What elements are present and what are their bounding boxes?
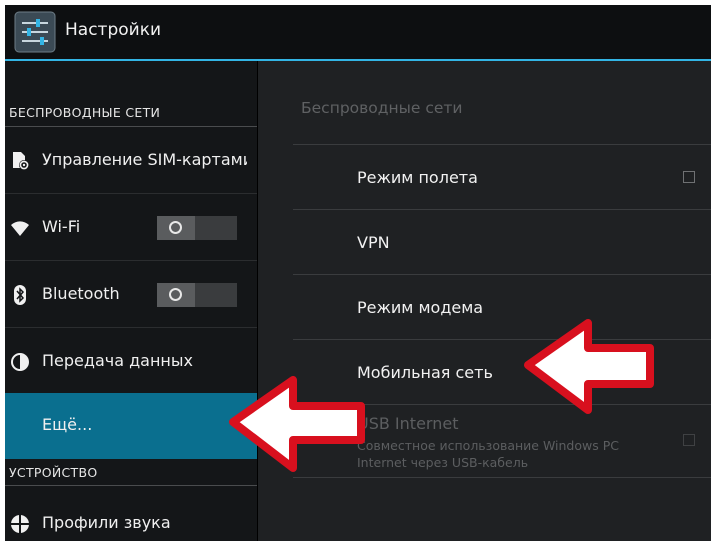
sidebar-item-bluetooth[interactable]: Bluetooth	[5, 262, 257, 328]
sidebar-item-data-usage[interactable]: Передача данных	[5, 329, 257, 395]
section-divider	[5, 485, 257, 486]
airplane-mode-checkbox[interactable]	[683, 171, 695, 183]
sim-settings-icon	[13, 152, 29, 170]
sidebar-item-label: Передача данных	[42, 351, 193, 370]
detail-header: Беспроводные сети	[301, 99, 463, 117]
annotation-arrow-left	[229, 376, 365, 472]
section-divider	[5, 126, 257, 127]
sidebar-item-label: Ещё...	[42, 415, 93, 434]
annotation-arrow-left	[524, 319, 654, 414]
bluetooth-toggle[interactable]	[157, 283, 237, 307]
airplane-mode-item[interactable]: Режим полета	[258, 145, 711, 210]
usb-internet-summary: Совместное использование Windows PC	[357, 438, 619, 453]
usb-internet-summary: Internet через USB-кабель	[357, 455, 529, 470]
sidebar-item-sim-management[interactable]: Управление SIM-картами	[5, 128, 257, 194]
mobile-network-label: Мобильная сеть	[357, 363, 493, 382]
action-bar: Настройки	[5, 5, 711, 59]
section-header-wireless: БЕСПРОВОДНЫЕ СЕТИ	[9, 105, 161, 120]
sound-profiles-icon	[11, 515, 29, 533]
sidebar-item-sound-profiles[interactable]: Профили звука	[5, 491, 257, 541]
toggle-off-knob	[157, 216, 195, 240]
settings-sliders-icon[interactable]	[14, 11, 56, 53]
app-title: Настройки	[65, 20, 162, 40]
bluetooth-icon	[14, 285, 26, 305]
sidebar-item-wifi[interactable]: Wi-Fi	[5, 195, 257, 261]
wifi-icon	[11, 221, 29, 236]
data-usage-icon	[11, 353, 29, 371]
sidebar-item-label: Профили звука	[42, 513, 171, 532]
usb-internet-label: USB Internet	[357, 414, 459, 433]
tethering-label: Режим модема	[357, 298, 484, 317]
usb-internet-checkbox	[683, 434, 695, 446]
airplane-mode-label: Режим полета	[357, 168, 478, 187]
settings-categories-list[interactable]: БЕСПРОВОДНЫЕ СЕТИ Управление SIM-картами…	[5, 61, 257, 541]
wifi-toggle[interactable]	[157, 216, 237, 240]
divider	[293, 477, 711, 478]
sidebar-item-more[interactable]: Ещё...	[5, 393, 257, 459]
vpn-item[interactable]: VPN	[258, 210, 711, 275]
vpn-label: VPN	[357, 233, 390, 252]
sidebar-item-label: Управление SIM-картами	[42, 150, 247, 169]
toggle-off-knob	[157, 283, 195, 307]
section-header-device: УСТРОЙСТВО	[9, 465, 98, 480]
